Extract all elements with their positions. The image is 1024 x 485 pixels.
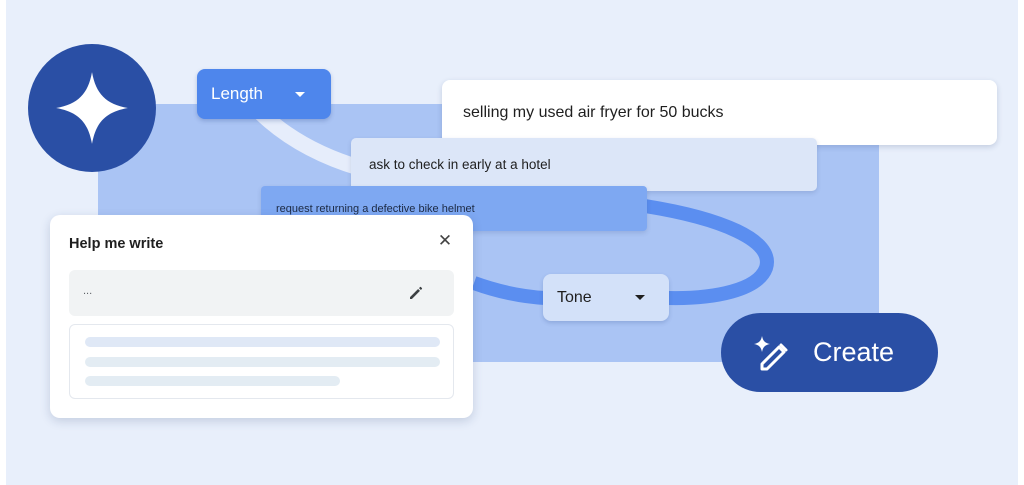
tone-label: Tone: [557, 288, 592, 306]
prompt-input[interactable]: ...: [69, 270, 454, 316]
ring-light-segment: [254, 106, 368, 176]
prompt-text: ask to check in early at a hotel: [369, 157, 551, 172]
close-icon[interactable]: ✕: [437, 232, 453, 249]
prompt-input-value: ...: [83, 285, 93, 297]
sparkle-pen-icon: [754, 335, 788, 370]
pencil-icon[interactable]: [407, 284, 425, 302]
length-dropdown[interactable]: Length: [197, 69, 331, 119]
tone-dropdown[interactable]: Tone: [543, 274, 669, 321]
caret-down-icon: [295, 91, 305, 97]
skeleton-line: [85, 376, 340, 386]
ring-blue-segment-left: [471, 276, 546, 305]
skeleton-line: [85, 357, 440, 367]
prompt-suggestion-1[interactable]: selling my used air fryer for 50 bucks: [442, 80, 997, 145]
skeleton-line: [85, 337, 440, 347]
sparkle-logo: [28, 44, 156, 172]
create-button[interactable]: Create: [721, 313, 938, 392]
help-me-write-card: Help me write ✕ ...: [50, 215, 473, 418]
generated-draft-placeholder: [69, 324, 454, 399]
create-label: Create: [813, 337, 895, 367]
prompt-suggestion-2[interactable]: ask to check in early at a hotel: [351, 138, 817, 191]
length-label: Length: [211, 84, 263, 103]
caret-down-icon: [635, 295, 645, 300]
card-title: Help me write: [69, 236, 164, 252]
prompt-text: request returning a defective bike helme…: [276, 202, 475, 215]
sparkle-star-icon: [56, 72, 128, 144]
prompt-text: selling my used air fryer for 50 bucks: [463, 103, 724, 121]
